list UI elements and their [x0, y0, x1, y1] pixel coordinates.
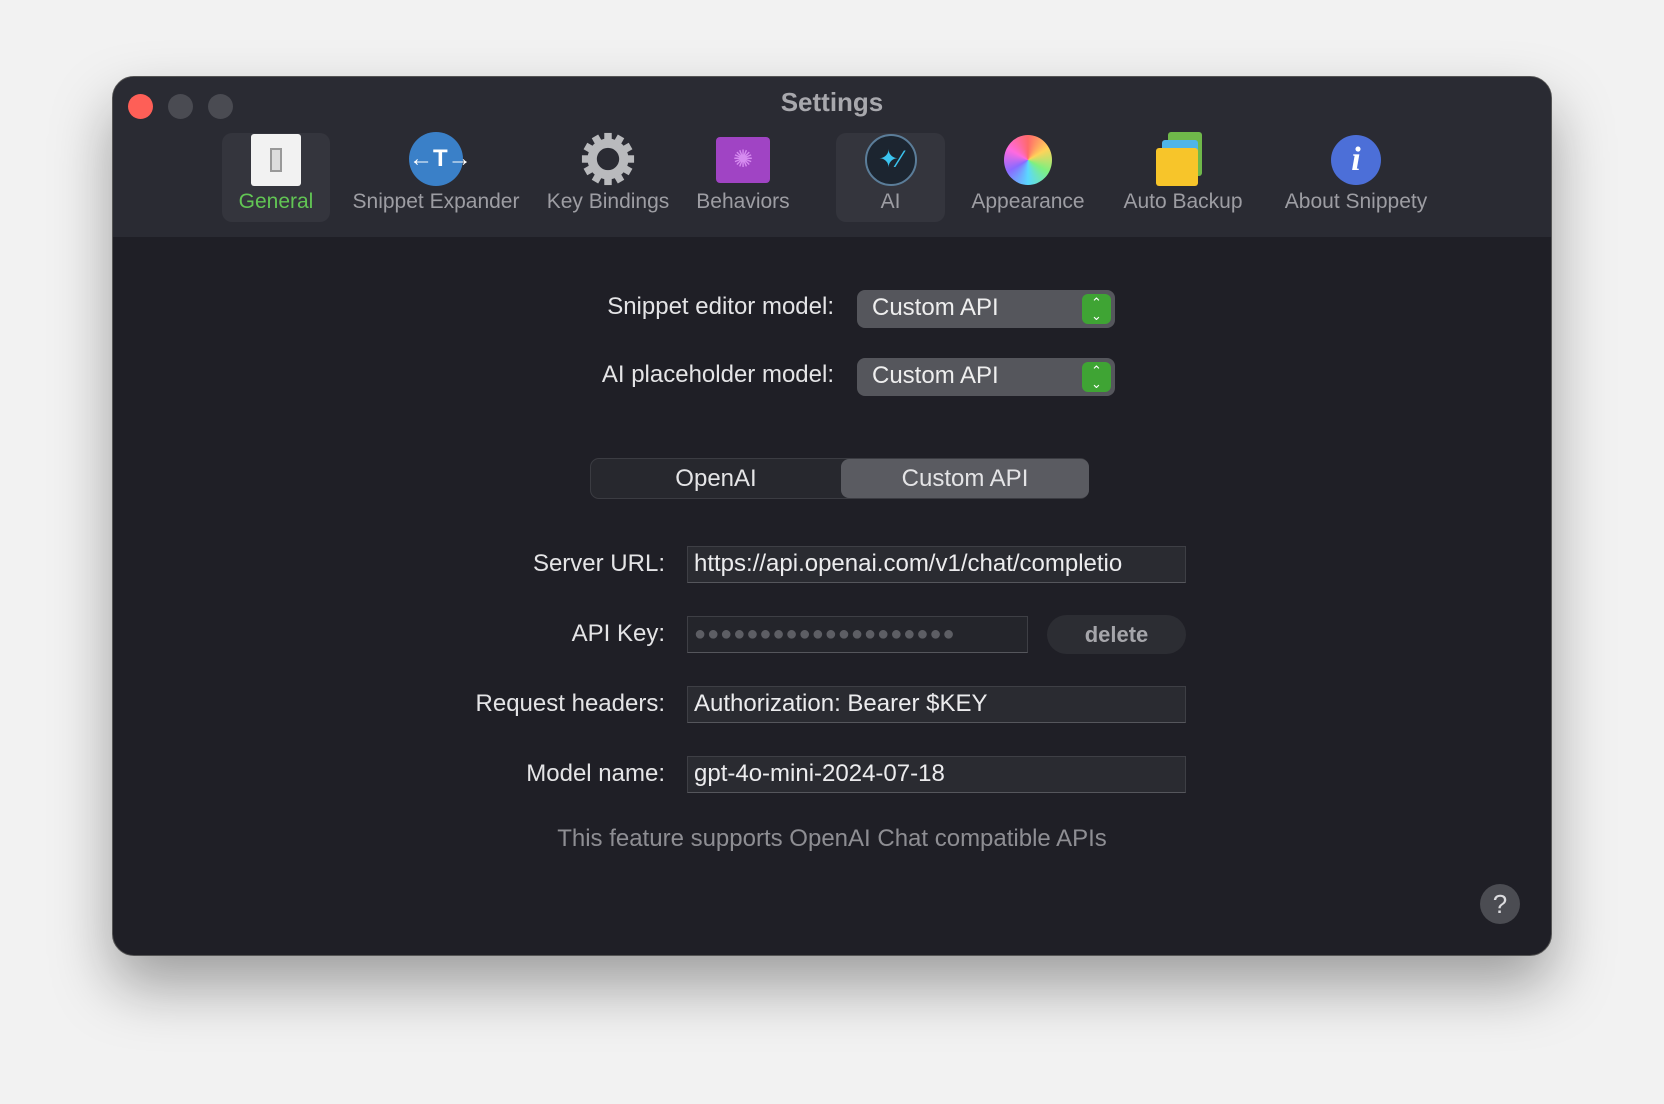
compatibility-note: This feature supports OpenAI Chat compat… — [557, 825, 1107, 852]
tab-auto-backup[interactable]: Auto Backup — [1108, 132, 1258, 222]
server-url-label: Server URL: — [532, 550, 665, 577]
info-icon: i — [1329, 133, 1383, 186]
chevron-updown-icon: ⌃ ⌄ — [1082, 294, 1111, 324]
window-title: Settings — [780, 87, 884, 117]
tab-about-snippety[interactable]: i About Snippety — [1266, 133, 1446, 222]
ai-placeholder-model-select[interactable]: Custom API ⌃ ⌄ — [857, 358, 1115, 396]
segment-custom-api[interactable]: Custom API — [841, 459, 1089, 498]
settings-window: Settings General ←T→ Snippet Expander Ke… — [112, 76, 1552, 956]
folder-gear-icon: ✺ — [716, 133, 770, 186]
snippet-editor-model-select[interactable]: Custom API ⌃ ⌄ — [857, 290, 1115, 328]
gear-icon — [581, 132, 635, 186]
tab-behaviors[interactable]: ✺ Behaviors — [683, 133, 803, 222]
model-name-label: Model name: — [526, 760, 665, 787]
tab-key-bindings[interactable]: Key Bindings — [533, 132, 683, 222]
delete-api-key-button[interactable]: delete — [1047, 615, 1186, 654]
toolbar: Settings General ←T→ Snippet Expander Ke… — [113, 77, 1551, 237]
api-key-input[interactable]: ●●●●●●●●●●●●●●●●●●●● — [687, 616, 1028, 653]
api-key-label: API Key: — [571, 620, 665, 647]
provider-segmented-control: OpenAI Custom API — [590, 458, 1089, 499]
ai-placeholder-model-value: Custom API — [872, 362, 999, 389]
light-switch-icon — [249, 133, 303, 186]
help-button[interactable]: ? — [1480, 884, 1520, 924]
snippet-editor-model-value: Custom API — [872, 294, 999, 321]
ai-placeholder-model-label: AI placeholder model: — [601, 361, 834, 388]
snippet-editor-model-label: Snippet editor model: — [607, 293, 834, 320]
chevron-updown-icon: ⌃ ⌄ — [1082, 362, 1111, 392]
server-url-input[interactable]: https://api.openai.com/v1/chat/completio — [687, 546, 1186, 583]
folders-icon — [1156, 132, 1210, 186]
tab-appearance[interactable]: Appearance — [958, 133, 1098, 222]
segment-openai[interactable]: OpenAI — [591, 459, 841, 498]
tab-general[interactable]: General — [222, 133, 330, 222]
color-wheel-icon — [1001, 133, 1055, 186]
request-headers-label: Request headers: — [475, 690, 665, 717]
magic-wand-icon: ✦⁄ — [864, 133, 918, 186]
tab-snippet-expander[interactable]: ←T→ Snippet Expander — [341, 132, 531, 222]
model-name-input[interactable]: gpt-4o-mini-2024-07-18 — [687, 756, 1186, 793]
text-expand-icon: ←T→ — [409, 132, 472, 186]
request-headers-input[interactable]: Authorization: Bearer $KEY — [687, 686, 1186, 723]
tab-ai[interactable]: ✦⁄ AI — [836, 133, 945, 222]
